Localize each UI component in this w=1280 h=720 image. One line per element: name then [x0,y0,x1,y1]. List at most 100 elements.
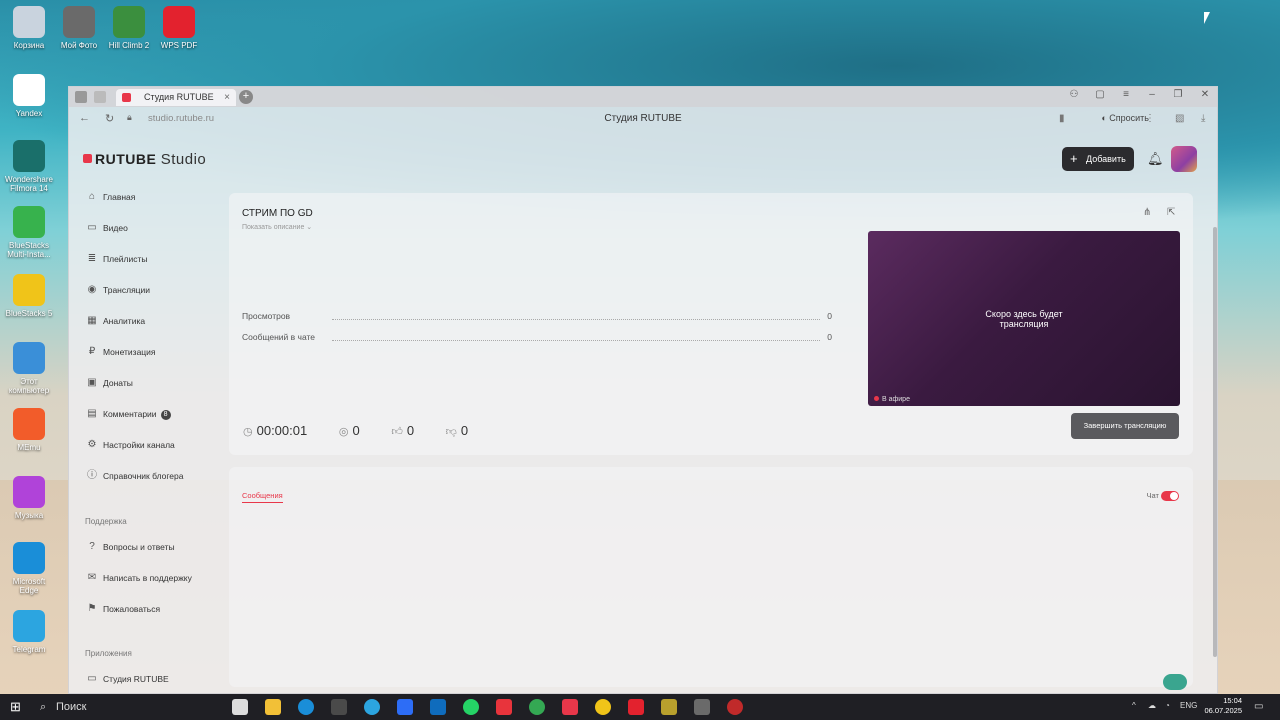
desktop-icon[interactable]: Этот компьютер [4,342,54,395]
close-window-icon[interactable]: ✕ [1195,89,1215,100]
clock[interactable]: 15:04 06.07.2025 [1198,696,1242,716]
edge-icon[interactable] [298,699,314,715]
desktop-icon[interactable]: BlueStacks 5 [4,274,54,318]
tab-studio-rutube[interactable]: Студия RUTUBE × [116,89,236,106]
desktop-icon[interactable]: BlueStacks Multi-Insta... [4,206,54,259]
share-icon[interactable]: ⋔ [1143,207,1151,218]
search-placeholder: Поиск [56,701,87,713]
ask-button[interactable]: ◐ Спросить [1101,113,1149,123]
store-icon[interactable] [331,699,347,715]
bookmarks-icon[interactable]: ▢ [1090,89,1110,100]
sidebar-item[interactable]: ◉ Трансляции [83,280,233,300]
sidebar-item[interactable]: ⚑ Пожаловаться [83,599,233,619]
avatar[interactable] [1171,146,1197,172]
bookmark-icon[interactable]: ▮ [1059,113,1065,124]
sidebar-item-label: Видео [103,223,128,233]
desktop-icon[interactable]: Hill Climb 2 [104,6,154,50]
zoom-icon[interactable] [397,699,413,715]
yandex-browser-icon[interactable] [562,699,578,715]
desktop-icon[interactable]: Музыка [4,476,54,520]
show-description-link[interactable]: Показать описание ⌄ [242,223,312,231]
mouse-cursor [1204,12,1210,24]
outlook-icon[interactable] [430,699,446,715]
sidebar-item[interactable]: ₽ Монетизация [83,342,233,362]
open-external-icon[interactable]: ⇱ [1167,207,1175,218]
sidebar-item[interactable]: ▦ Аналитика [83,311,233,331]
end-stream-button[interactable]: Завершить трансляцию [1071,413,1179,439]
yandex-icon[interactable] [496,699,512,715]
sidebar-item[interactable]: ▭ Видео [83,218,233,238]
language-indicator[interactable]: ENG [1180,701,1197,710]
sidebar-item[interactable]: ≣ Плейлисты [83,249,233,269]
desktop-app-icon [13,206,45,238]
sidebar-item[interactable]: ▣ Донаты [83,373,233,393]
sidebar-item-icon: ⚑ [87,603,97,614]
maximize-icon[interactable]: ❐ [1168,89,1188,100]
sidebar-item[interactable]: ⓘ Справочник блогера [83,466,233,486]
more-icon[interactable]: ⋮ [1145,113,1155,124]
norton-icon[interactable] [595,699,611,715]
app-icon[interactable] [694,699,710,715]
desktop-icon-label: Wondershare Filmora 14 [5,175,53,193]
telegram-icon[interactable] [364,699,380,715]
notifications-icon[interactable]: ▭ [1254,701,1263,712]
sidebar-item-icon: ▣ [87,377,97,388]
desktop-icon[interactable]: WPS PDF [154,6,204,50]
extensions-icon[interactable]: ⚇ [1064,89,1084,100]
desktop-icon[interactable]: Корзина [4,6,54,50]
add-button[interactable]: + Добавить [1062,147,1134,171]
sidebar-item-label: Написать в поддержку [103,573,192,583]
minimize-icon[interactable]: – [1142,89,1162,100]
timer-value: 00:00:01 [256,423,308,438]
desktop-icon[interactable]: Microsoft Edge [4,542,54,595]
sidebar-item-label: Комментарии [103,409,157,419]
new-tab-button[interactable]: + [239,90,253,104]
taskbar-search[interactable]: ⌕ Поиск [36,698,216,716]
chat-toggle[interactable] [1161,491,1179,501]
sidebar-item-icon: ⌂ [88,191,96,202]
download-icon[interactable]: ⤓ [1201,113,1205,124]
sidebar-section-title: Приложения [85,649,132,658]
desktop-icon[interactable]: MEmu [4,408,54,452]
sidebar-item[interactable]: ▭ Студия RUTUBE [83,669,233,689]
workspace-icon[interactable] [75,91,87,103]
sidebar-item[interactable]: ⌂ Главная [83,187,233,207]
sidebar-item[interactable]: ✉ Написать в поддержку [83,568,233,588]
chrome-icon[interactable] [529,699,545,715]
windows-start-icon[interactable]: ⊞ [10,699,21,715]
notifications-bell-icon[interactable]: 🔔︎ [1147,151,1164,167]
sidebar-item[interactable]: ? Вопросы и ответы [83,537,233,557]
tab-messages[interactable]: Сообщения [242,491,283,503]
likes-value: 0 [406,423,415,438]
sidebar-section-title: Поддержка [85,517,127,526]
cloud-icon[interactable]: ☁ [1148,701,1156,710]
preview-text-line1: Скоро здесь будет [985,309,1063,319]
reader-icon[interactable]: ▧ [1175,113,1184,124]
menu-icon[interactable]: ≡ [1116,89,1136,100]
stream-preview[interactable]: Скоро здесь будет трансляция В афире [868,231,1180,406]
wifi-icon[interactable]: ◔ [1165,701,1170,710]
desktop-icon[interactable]: Wondershare Filmora 14 [4,140,54,193]
scrollbar[interactable] [1213,227,1217,657]
sidebar-item[interactable]: ⚙ Настройки канала [83,435,233,455]
minecraft-icon[interactable] [661,699,677,715]
desktop-icon[interactable]: Мой Фото [54,6,104,50]
dotted-leader [332,340,820,341]
stat-chat-messages: Сообщений в чате 0 [242,332,832,344]
viewers-value: 0 [352,423,360,438]
tray-chevron-icon[interactable]: ^ [1132,701,1136,710]
sidebar-item[interactable]: ▤ Комментарии 8 [83,404,233,424]
rutube-studio-logo[interactable]: RUTUBE Studio [83,151,206,168]
desktop-icon[interactable]: Yandex [4,74,54,118]
plus-icon: + [1070,151,1078,166]
tab-close-icon[interactable]: × [224,89,230,106]
desktop-icon[interactable]: Telegram [4,610,54,654]
task-view-icon[interactable] [232,699,248,715]
whatsapp-icon[interactable] [463,699,479,715]
file-explorer-icon[interactable] [265,699,281,715]
desktop-icon-label: Музыка [14,511,44,520]
tabs-menu-icon[interactable] [94,91,106,103]
help-chat-button[interactable] [1163,674,1187,690]
obs-icon[interactable] [727,699,743,715]
wps-icon[interactable] [628,699,644,715]
